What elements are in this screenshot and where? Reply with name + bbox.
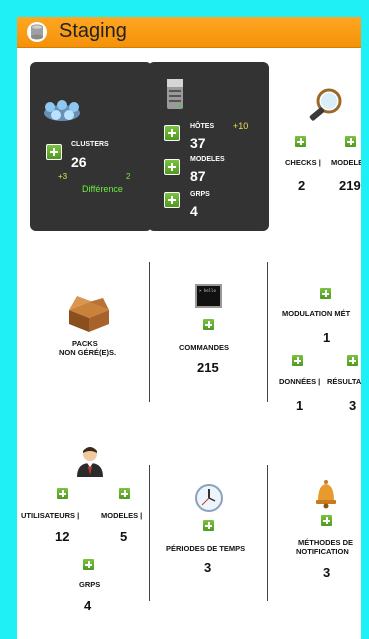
cluster-icon — [44, 100, 80, 121]
users-label: UTILISATEURS | — [21, 511, 80, 520]
checks-label: CHECKS | — [285, 158, 321, 167]
terminal-icon: > hello — [195, 284, 222, 308]
clusters-label: CLUSTERS — [71, 141, 109, 148]
results-count: 3 — [349, 398, 357, 413]
divider — [149, 465, 150, 601]
commands-label: COMMANDES — [179, 343, 229, 352]
add-command-button[interactable] — [202, 318, 215, 331]
header-bar: Staging — [17, 17, 361, 48]
packs-label-line2: NON GÉRÉ(E)S. — [59, 348, 117, 357]
add-notification-button[interactable] — [320, 514, 333, 527]
dashboard-frame: Staging CLUSTERS 26 +3 2 Différence HÔTE… — [17, 17, 361, 639]
check-models-count: 219 — [339, 178, 361, 193]
hosts-label: HÔTES — [190, 123, 215, 130]
checks-count: 2 — [298, 178, 306, 193]
user-models-count: 5 — [120, 529, 128, 544]
host-models-label: MODELES — [190, 156, 225, 163]
clock-icon — [195, 484, 223, 512]
timeperiods-count: 3 — [204, 560, 212, 575]
notification-label-line1: MÉTHODES DE — [298, 538, 354, 547]
users-count: 12 — [55, 529, 70, 544]
host-groups-label: GRPS — [190, 191, 210, 198]
add-user-group-button[interactable] — [82, 558, 95, 571]
packs-label-line1: PACKS — [72, 339, 98, 348]
modulation-label: MODULATION MÉT — [282, 309, 351, 318]
hosts-tile[interactable]: HÔTES +10 37 MODELES 87 GRPS 4 — [148, 62, 269, 231]
difference-label: Différence — [82, 184, 123, 194]
add-modulation-button[interactable] — [319, 287, 332, 300]
add-user-button[interactable] — [56, 487, 69, 500]
notification-count: 3 — [323, 565, 331, 580]
user-models-label: MODELES | — [101, 511, 143, 520]
clusters-delta-left: +3 — [58, 172, 68, 181]
add-data-button[interactable] — [291, 354, 304, 367]
clusters-tile[interactable]: CLUSTERS 26 +3 2 Différence — [30, 62, 152, 231]
results-label: RÉSULTA — [327, 377, 361, 386]
add-host-model-button[interactable] — [164, 159, 180, 175]
server-icon — [167, 79, 183, 109]
add-timeperiod-button[interactable] — [202, 519, 215, 532]
check-models-label: MODELE — [331, 158, 361, 167]
hosts-count: 37 — [190, 135, 206, 151]
data-label: DONNÉES | — [279, 377, 321, 386]
user-groups-label: GRPS — [79, 580, 101, 589]
bell-icon — [316, 480, 336, 509]
modulation-count: 1 — [323, 330, 331, 345]
commands-count: 215 — [197, 360, 219, 375]
magnifier-icon — [309, 88, 342, 121]
clusters-delta-right: 2 — [126, 172, 131, 181]
add-check-model-button[interactable] — [344, 135, 357, 148]
divider — [149, 262, 150, 402]
timeperiods-label: PÉRIODES DE TEMPS — [166, 544, 246, 553]
hosts-delta: +10 — [233, 121, 249, 131]
database-icon — [27, 22, 47, 42]
add-cluster-button[interactable] — [46, 144, 62, 160]
host-groups-count: 4 — [190, 203, 198, 219]
package-icon — [69, 296, 109, 332]
host-models-count: 87 — [190, 168, 206, 184]
user-icon — [77, 447, 103, 477]
add-check-button[interactable] — [294, 135, 307, 148]
add-host-group-button[interactable] — [164, 192, 180, 208]
add-host-button[interactable] — [164, 125, 180, 141]
divider — [267, 262, 268, 402]
notification-label-line2: NOTIFICATION — [296, 547, 349, 556]
user-groups-count: 4 — [84, 598, 92, 613]
page-title: Staging — [59, 20, 127, 42]
data-count: 1 — [296, 398, 304, 413]
divider — [267, 465, 268, 601]
clusters-count: 26 — [71, 154, 87, 170]
add-result-button[interactable] — [346, 354, 359, 367]
add-user-model-button[interactable] — [118, 487, 131, 500]
